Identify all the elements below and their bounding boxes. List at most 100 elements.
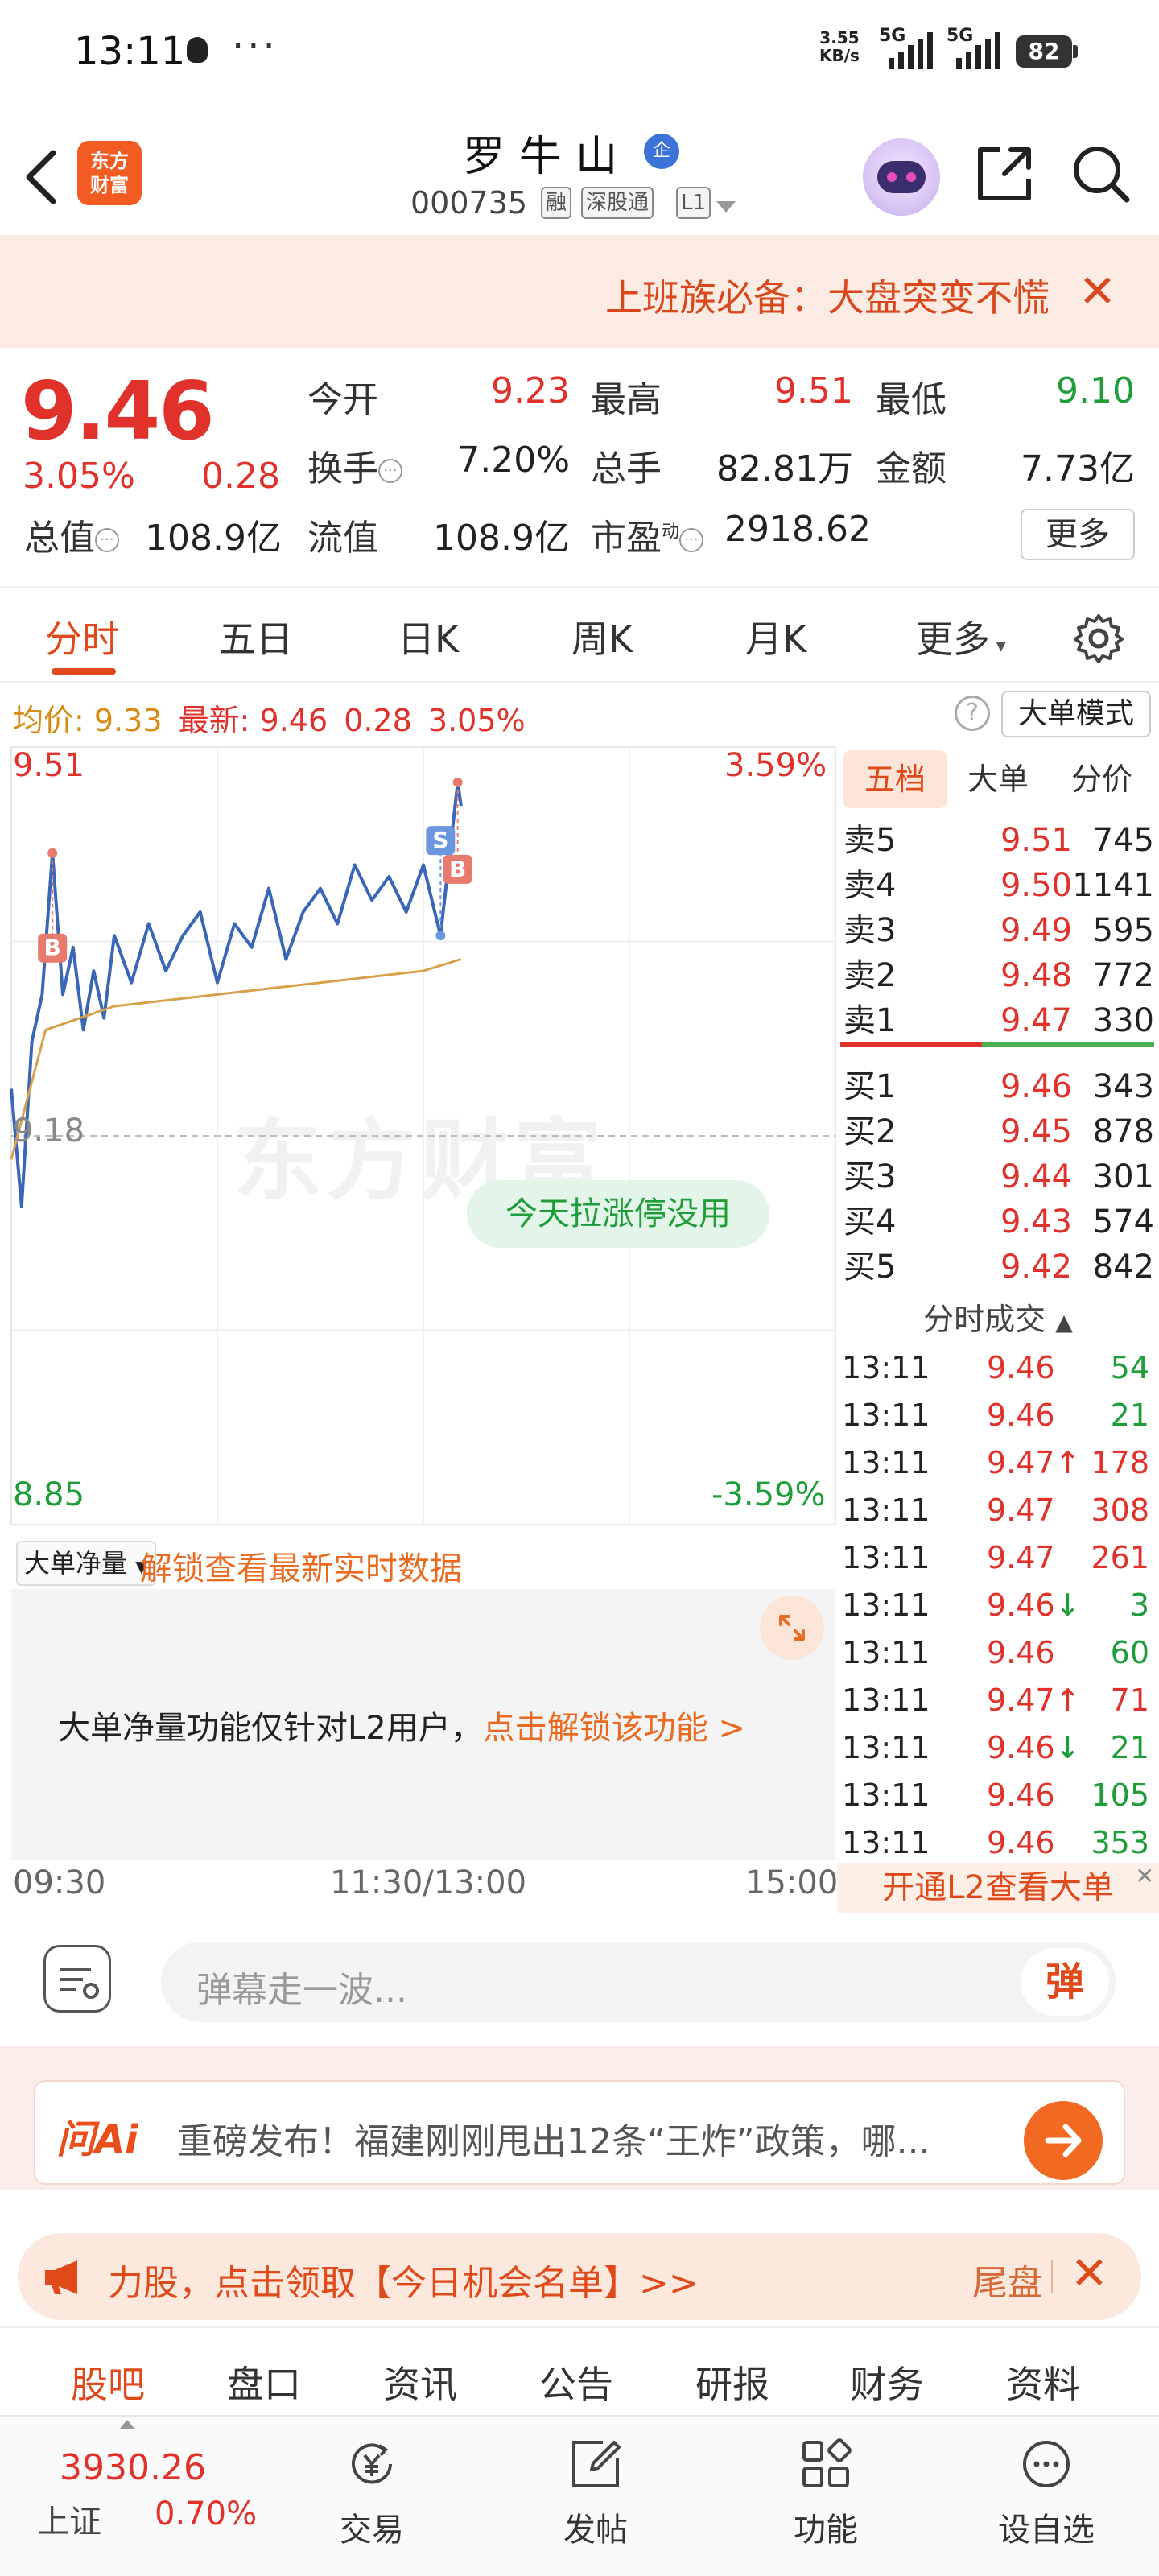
search-icon[interactable] (1069, 142, 1133, 206)
caret-up-icon[interactable] (119, 2420, 135, 2429)
danmu-input[interactable]: 弹幕走一波... (161, 1942, 1116, 2022)
help-icon[interactable]: ? (955, 696, 990, 731)
l2-unlock-link[interactable]: 点击解锁该功能 > (483, 1710, 745, 1747)
more-button[interactable]: 更多 (1021, 509, 1135, 560)
high-label: 最高 (591, 379, 662, 420)
big-order-mode-button[interactable]: 大单模式 (1001, 691, 1151, 737)
close-icon[interactable]: ✕ (1070, 2248, 1108, 2300)
section-profile[interactable]: 资料 (1006, 2355, 1080, 2409)
turnover-label-text: 换手 (307, 448, 378, 489)
tick-price: 9.46 (987, 1772, 1099, 1818)
ticks-title[interactable]: 分时成交 ▲ (837, 1299, 1159, 1340)
info-icon[interactable]: ··· (95, 528, 119, 552)
intraday-chart[interactable]: 东方财富 BBS 9.51 9.18 8.85 3.59% -3.59% 今天拉… (0, 744, 838, 1901)
index-value[interactable]: 3930.26 (60, 2447, 206, 2488)
turnover-label[interactable]: 换手 ··· (307, 440, 402, 491)
tab-five-levels[interactable]: 五档 (843, 750, 947, 808)
functions-button[interactable]: 功能 (769, 2436, 882, 2550)
tick-row: 13:11 9.47 308 (837, 1487, 1159, 1534)
x-axis-end: 15:00 (745, 1864, 839, 1901)
tick-row: 13:11 9.47↑ 71 (837, 1677, 1159, 1724)
tab-intraday[interactable]: 分时 (45, 610, 119, 663)
net-volume-dropdown-label: 大单净量 (24, 1548, 128, 1579)
hint-pill[interactable]: 今天拉涨停没用 (467, 1180, 769, 1248)
ask-row[interactable]: 卖1 9.47 330 (837, 998, 1159, 1043)
ask-row[interactable]: 卖5 9.51 745 (837, 818, 1159, 863)
tick-time: 13:11 (842, 1587, 930, 1623)
tick-volume: 261 (1091, 1540, 1149, 1575)
ask-level: 卖2 (843, 957, 897, 994)
section-pankou[interactable]: 盘口 (227, 2355, 301, 2409)
section-guba[interactable]: 股吧 (71, 2355, 145, 2409)
index-name[interactable]: 上证 (37, 2496, 101, 2542)
arrow-right-icon[interactable] (1024, 2101, 1103, 2180)
promo-banner-text[interactable]: 上班族必备：大盘突变不慌 (605, 269, 1048, 322)
ask-price: 9.48 (1000, 957, 1072, 994)
signal-icon-1 (889, 32, 937, 69)
unlock-data-link[interactable]: 解锁查看最新实时数据 (140, 1542, 462, 1589)
intraday-chart-svg[interactable]: BBS (0, 744, 837, 1533)
ai-logo: 问Ai (56, 2117, 138, 2162)
ai-news-text[interactable]: 重磅发布！福建刚刚甩出12条“王炸”政策，哪... (177, 2112, 1006, 2164)
pe-label[interactable]: 市盈动 ··· (591, 509, 704, 560)
tick-volume: 71 (1110, 1682, 1149, 1718)
bid-row[interactable]: 买3 9.44 301 (837, 1154, 1159, 1199)
assistant-robot-icon[interactable] (863, 138, 940, 216)
tick-price: 9.46↓ (987, 1724, 1099, 1771)
gear-icon[interactable] (1072, 612, 1125, 665)
tick-price-value: 9.47 (987, 1540, 1055, 1575)
tag-level1[interactable]: L1 (676, 187, 711, 219)
ask-row[interactable]: 卖3 9.49 595 (837, 908, 1159, 953)
tab-daily-k[interactable]: 日K (398, 610, 459, 663)
battery-cap (1073, 45, 1078, 58)
net-volume-panel: 大单净量功能仅针对L2用户，点击解锁该功能 > (11, 1589, 835, 1860)
ask-row[interactable]: 卖2 9.48 772 (837, 953, 1159, 998)
tick-time: 13:11 (842, 1492, 930, 1528)
section-announcements[interactable]: 公告 (539, 2355, 613, 2409)
post-button[interactable]: 发帖 (539, 2436, 652, 2550)
tick-volume: 308 (1091, 1492, 1149, 1528)
promo-tail[interactable]: 尾盘 (972, 2254, 1043, 2306)
tab-big-orders[interactable]: 大单 (947, 750, 1050, 808)
expand-icon[interactable] (760, 1596, 824, 1660)
back-arrow-icon[interactable] (19, 147, 68, 208)
tick-volume: 21 (1110, 1730, 1149, 1765)
ask-row[interactable]: 卖4 9.50 1141 (837, 863, 1159, 908)
ask-price: 9.50 (1000, 867, 1072, 904)
bid-row[interactable]: 买4 9.43 574 (837, 1199, 1159, 1245)
close-icon[interactable]: ✕ (1079, 266, 1116, 318)
info-icon[interactable]: ··· (679, 528, 704, 552)
info-icon[interactable]: ··· (378, 459, 402, 483)
app-logo[interactable]: 东方 财富 (77, 141, 142, 205)
tab-weekly-k[interactable]: 周K (571, 610, 633, 663)
buy-marker-2-label: B (449, 856, 466, 882)
section-research[interactable]: 研报 (695, 2355, 769, 2409)
danmu-list-icon[interactable] (43, 1945, 111, 2013)
trade-button[interactable]: 交易 (316, 2436, 428, 2550)
tab-price-distribution[interactable]: 分价 (1050, 750, 1154, 808)
tab-monthly-k[interactable]: 月K (745, 610, 806, 663)
float-cap-label: 流值 (307, 518, 378, 559)
bid-volume: 574 (1092, 1203, 1154, 1241)
section-news[interactable]: 资讯 (383, 2355, 457, 2409)
section-financials[interactable]: 财务 (850, 2355, 924, 2409)
net-volume-dropdown[interactable]: 大单净量 ▼ (16, 1541, 156, 1586)
bid-row[interactable]: 买1 9.46 343 (837, 1064, 1159, 1109)
share-icon[interactable] (972, 142, 1037, 206)
promo-text[interactable]: 力股，点击领取【今日机会名单】>> (108, 2254, 699, 2306)
open-l2-button[interactable]: 开通L2查看大单 ✕ (837, 1863, 1159, 1913)
danmu-button[interactable]: 弹 (1021, 1948, 1109, 2016)
close-icon[interactable]: ✕ (1136, 1852, 1154, 1901)
market-cap-label-text: 总值 (24, 518, 95, 559)
bid-row[interactable]: 买2 9.45 878 (837, 1109, 1159, 1154)
market-cap-label[interactable]: 总值 ··· (24, 509, 119, 560)
add-watchlist-button[interactable]: 设自选 (990, 2436, 1103, 2550)
tick-direction: ↑ (1054, 1682, 1081, 1718)
bid-row[interactable]: 买5 9.42 842 (837, 1245, 1159, 1290)
index-percent[interactable]: 0.70% (155, 2496, 257, 2533)
promo-banner[interactable]: 上班族必备：大盘突变不慌 ✕ (0, 235, 1159, 348)
tab-more[interactable]: 更多 ▾ (916, 610, 1006, 663)
tab-five-day[interactable]: 五日 (219, 610, 293, 663)
chevron-down-icon[interactable] (716, 201, 736, 213)
tick-volume: 21 (1110, 1397, 1149, 1433)
